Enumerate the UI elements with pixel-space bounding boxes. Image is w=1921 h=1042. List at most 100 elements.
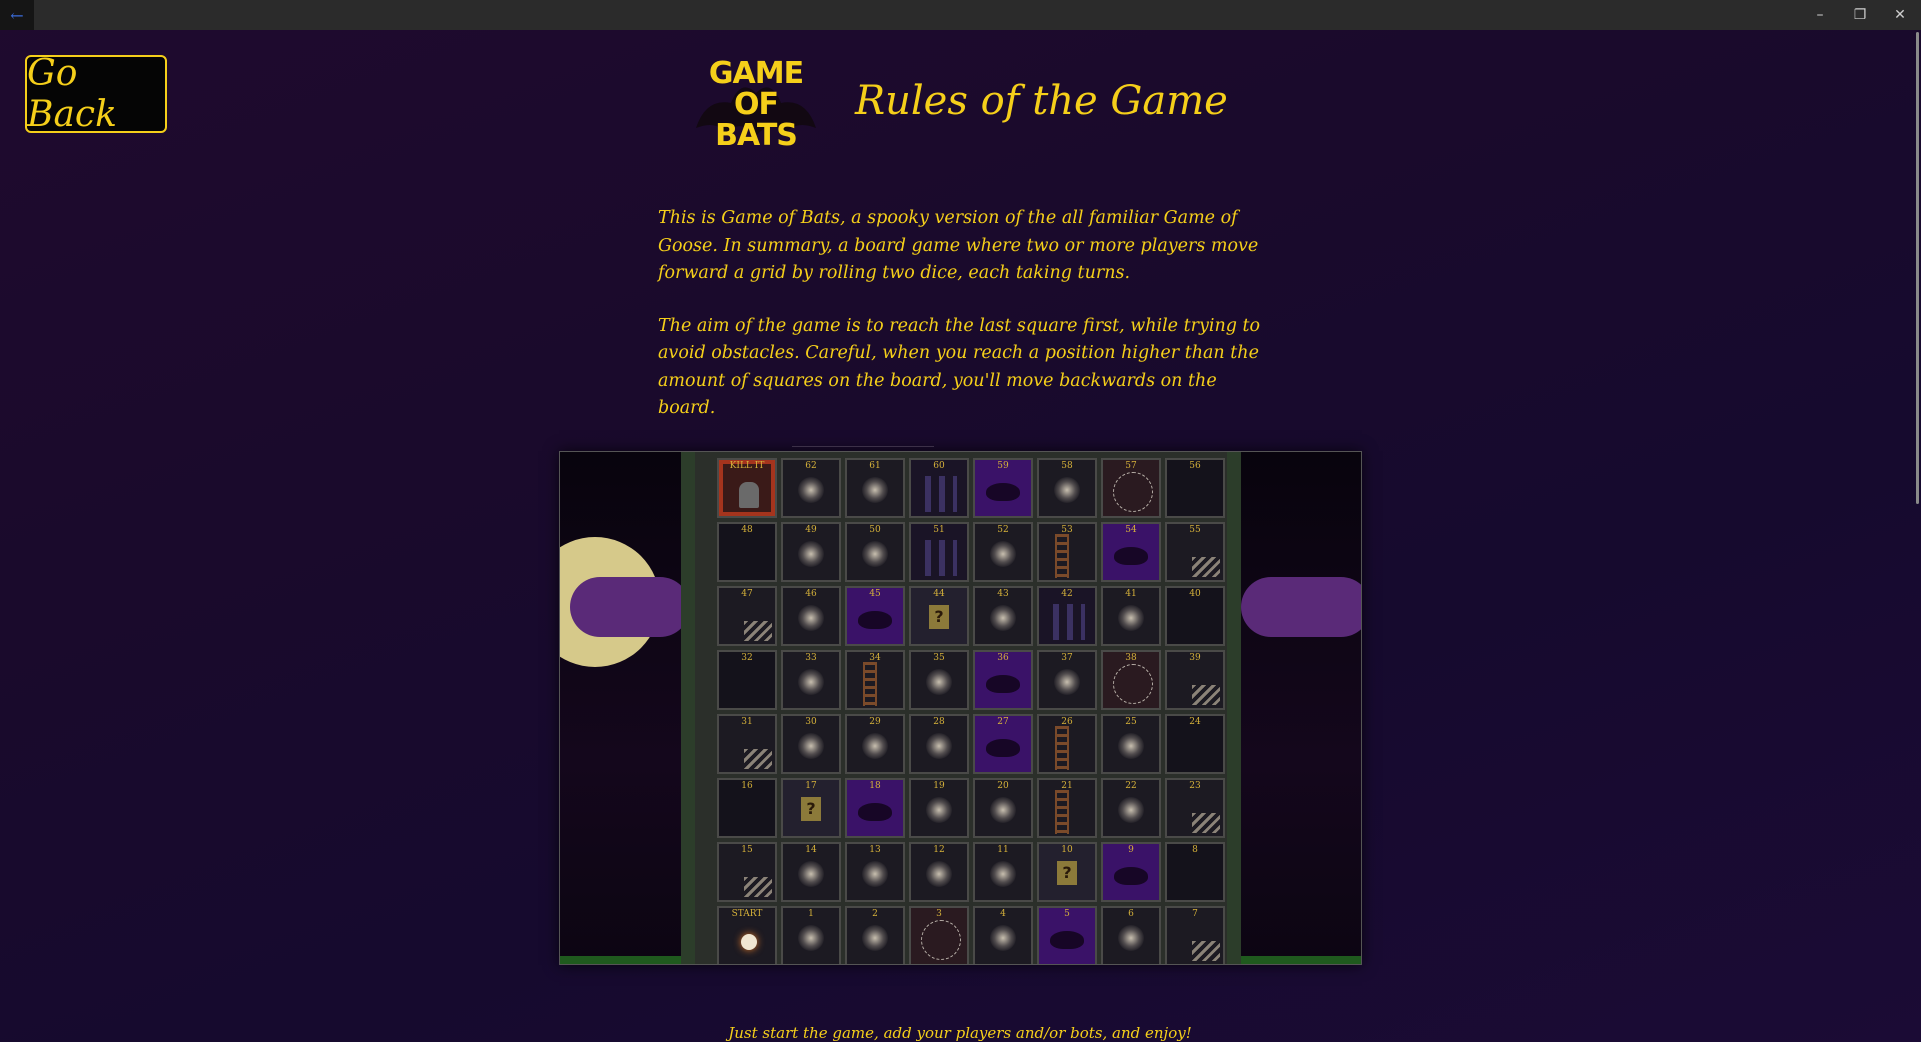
board-square: 30 [781,714,841,774]
board-square: 23 [1165,778,1225,838]
board-square: 14 [781,842,841,902]
square-number: 13 [869,845,881,855]
board-square: 2 [845,906,905,964]
board-square: 18 [845,778,905,838]
square-number: 55 [1189,525,1201,535]
square-number: 35 [933,653,945,663]
board-square: 47 [717,586,777,646]
square-number: 6 [1128,909,1134,919]
square-number: 57 [1125,461,1137,471]
go-back-button[interactable]: Go Back [25,53,167,135]
board-square: 6 [1101,906,1161,964]
square-number: 9 [1128,845,1134,855]
square-number: 28 [933,717,945,727]
scrollbar-thumb[interactable] [1916,32,1919,504]
board-square: 43 [973,586,1033,646]
board-square: 38 [1101,650,1161,710]
game-of-bats-logo: GAME OF BATS [686,58,826,158]
square-number: 36 [997,653,1009,663]
square-number: 41 [1125,589,1137,599]
board-square: 61 [845,458,905,518]
square-number: 2 [872,909,878,919]
square-number: 4 [1000,909,1006,919]
square-number: 54 [1125,525,1137,535]
board-square: 27 [973,714,1033,774]
cloud-left [570,577,690,637]
square-number: 16 [741,781,753,791]
board-square: 9 [1101,842,1161,902]
square-number: 61 [869,461,881,471]
square-number: 34 [869,653,881,663]
square-number: 8 [1192,845,1198,855]
square-number: 43 [997,589,1009,599]
game-board-image: KILL IT 62 61 60 59 58 57 56 48 49 50 51 52 53 54 55 47 4… [559,451,1362,965]
square-number: 30 [805,717,817,727]
board-square: 49 [781,522,841,582]
board-square: 11 [973,842,1033,902]
board-square: 40 [1165,586,1225,646]
board-square: 21 [1037,778,1097,838]
square-number: 12 [933,845,945,855]
board-square: 7 [1165,906,1225,964]
square-number: 23 [1189,781,1201,791]
board-square: KILL IT [717,458,777,518]
square-number: 46 [805,589,817,599]
board-square: 37 [1037,650,1097,710]
board-square: 33 [781,650,841,710]
square-number: 19 [933,781,945,791]
board-square: 13 [845,842,905,902]
square-number: 53 [1061,525,1073,535]
square-number: 49 [805,525,817,535]
board-square: 15 [717,842,777,902]
board-square: 60 [909,458,969,518]
square-number: 51 [933,525,945,535]
board-square: 3 [909,906,969,964]
board-square: 12 [909,842,969,902]
square-number: 39 [1189,653,1201,663]
board-square: 39 [1165,650,1225,710]
board-square: 45 [845,586,905,646]
board-square: 31 [717,714,777,774]
board-square: START [717,906,777,964]
square-number: 20 [997,781,1009,791]
board-square: 41 [1101,586,1161,646]
square-number: 52 [997,525,1009,535]
square-number: 5 [1064,909,1070,919]
square-number: 48 [741,525,753,535]
board-grid: KILL IT 62 61 60 59 58 57 56 48 49 50 51 52 53 54 55 47 4… [717,458,1225,964]
board-square: 20 [973,778,1033,838]
close-button[interactable]: ✕ [1880,0,1920,30]
square-number: 59 [997,461,1009,471]
board-square: 51 [909,522,969,582]
board-square: 46 [781,586,841,646]
square-number: 25 [1125,717,1137,727]
square-number: 22 [1125,781,1137,791]
board-square: 50 [845,522,905,582]
back-arrow-icon[interactable]: ← [0,0,34,30]
square-number: 24 [1189,717,1201,727]
square-number: 14 [805,845,817,855]
board-square: 44 [909,586,969,646]
board-square: 62 [781,458,841,518]
minimize-button[interactable]: – [1800,0,1840,30]
square-number: 60 [933,461,945,471]
board-square: 57 [1101,458,1161,518]
board-square: 24 [1165,714,1225,774]
square-number: 50 [869,525,881,535]
square-number: 21 [1061,781,1073,791]
rules-paragraph-aim: The aim of the game is to reach the last… [658,315,1261,419]
board-square: 22 [1101,778,1161,838]
square-number: 44 [933,589,945,599]
square-number: 15 [741,845,753,855]
board-square: 52 [973,522,1033,582]
square-number: 10 [1061,845,1073,855]
square-number: 47 [741,589,753,599]
board-square: 26 [1037,714,1097,774]
board-square: 34 [845,650,905,710]
restore-button[interactable]: ❐ [1840,0,1880,30]
board-square: 32 [717,650,777,710]
square-number: KILL IT [729,461,765,471]
board-building: KILL IT 62 61 60 59 58 57 56 48 49 50 51 52 53 54 55 47 4… [681,452,1241,964]
board-square: 48 [717,522,777,582]
rules-text: This is Game of Bats, a spooky version o… [658,205,1278,448]
